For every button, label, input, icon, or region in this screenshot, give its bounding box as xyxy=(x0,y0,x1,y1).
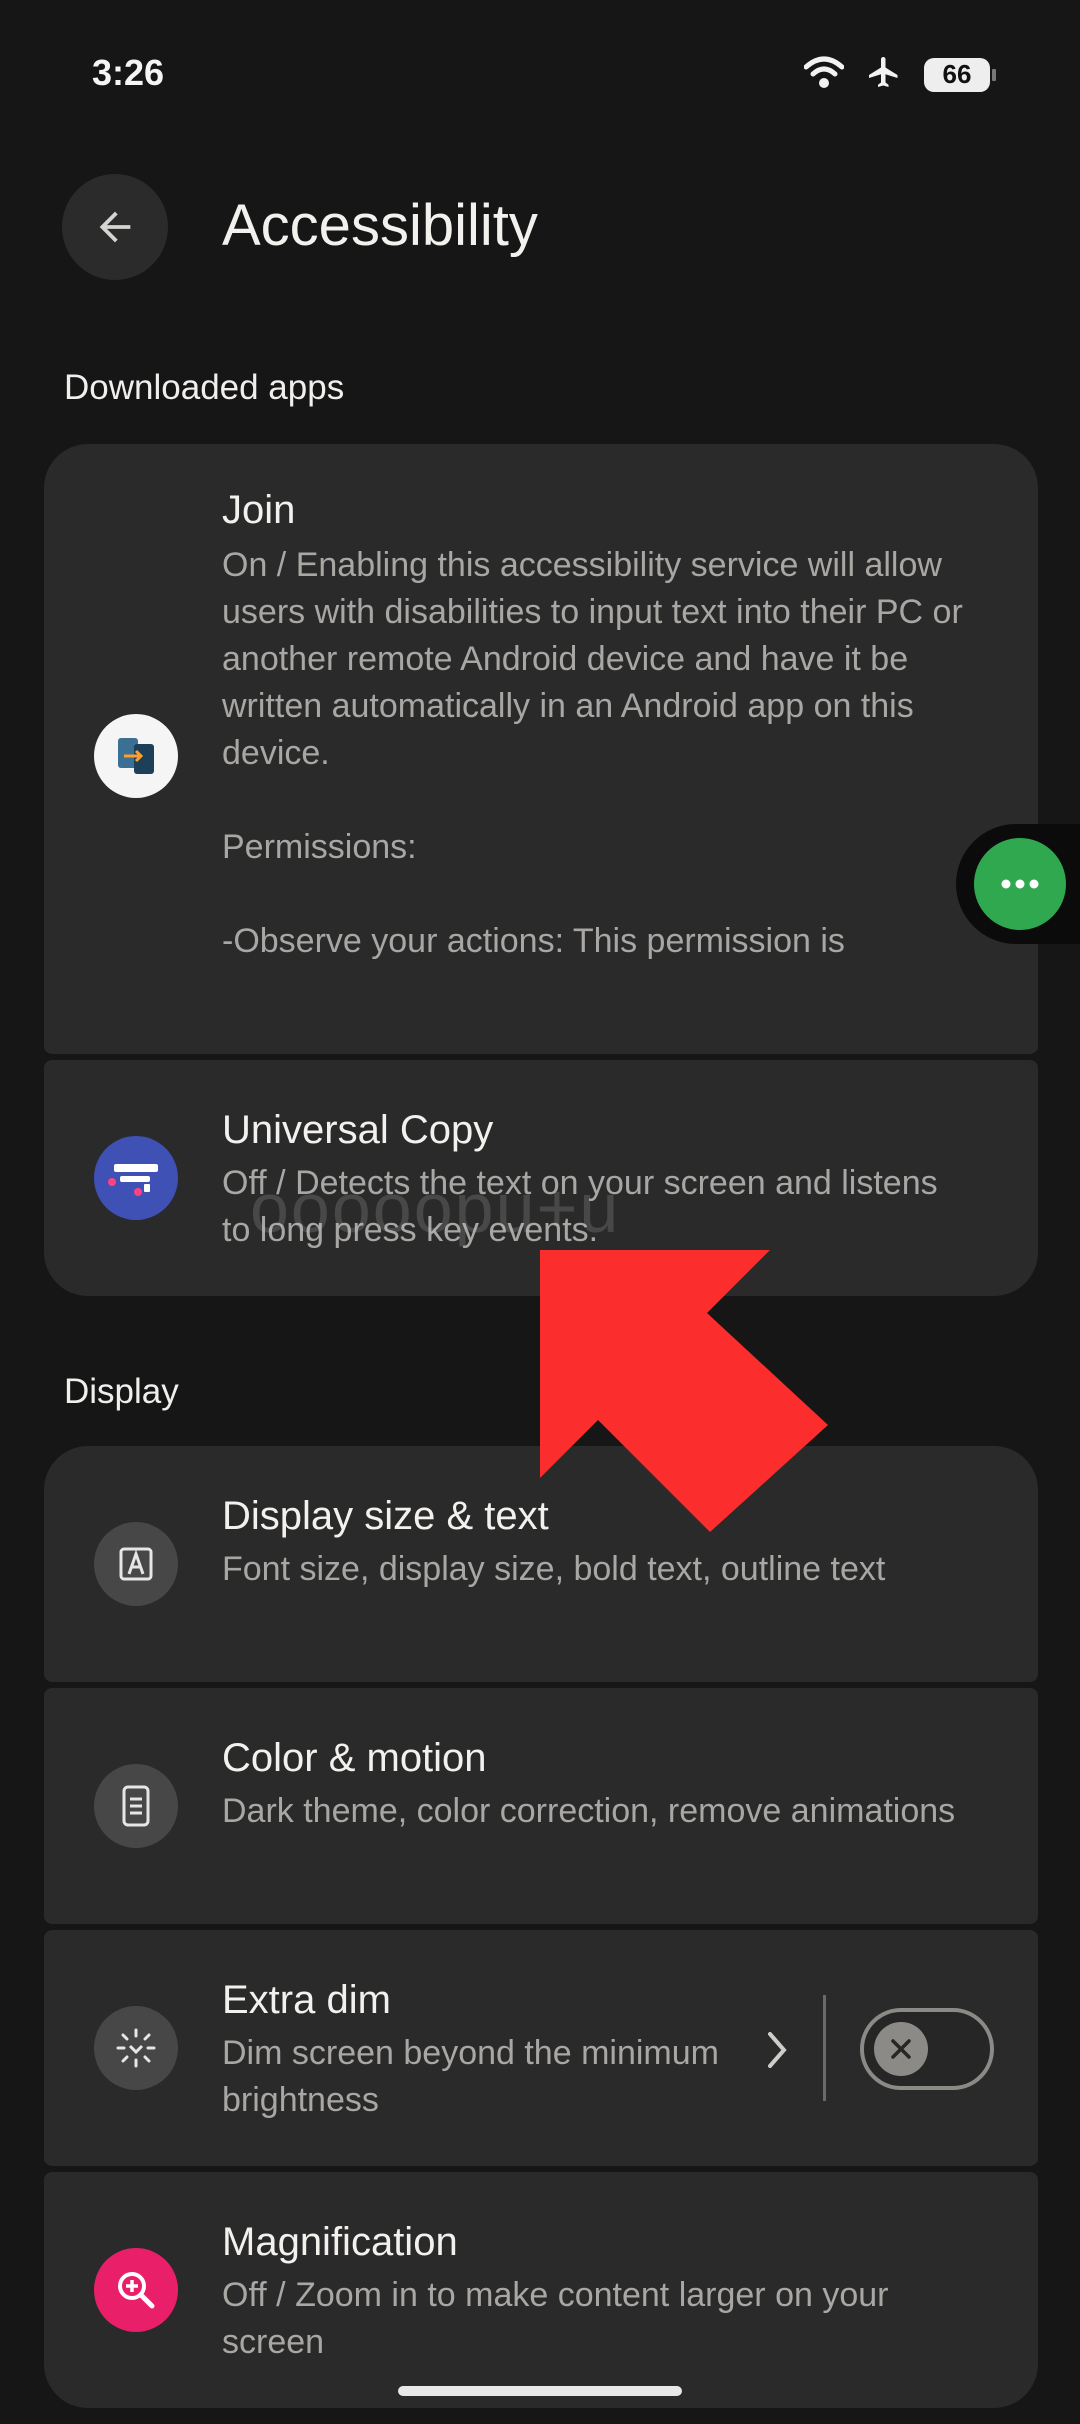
chevron-right-icon[interactable] xyxy=(762,2028,792,2072)
battery-icon: 66 xyxy=(924,57,996,92)
status-time: 3:26 xyxy=(92,52,165,93)
list-item-color-motion[interactable]: Color & motion Dark theme, color correct… xyxy=(44,1688,1038,1924)
wifi-icon xyxy=(803,55,845,94)
list-item-display-size-text[interactable]: Display size & text Font size, display s… xyxy=(44,1446,1038,1682)
home-indicator[interactable] xyxy=(398,2386,682,2396)
join-subtitle: On / Enabling this accessibility service… xyxy=(222,546,963,960)
text-size-icon xyxy=(94,1522,178,1606)
list-item-magnification[interactable]: Magnification Off / Zoom in to make cont… xyxy=(44,2172,1038,2408)
universal-copy-app-icon xyxy=(94,1136,178,1220)
join-app-icon xyxy=(94,714,178,798)
color-motion-icon xyxy=(94,1764,178,1848)
color-motion-subtitle: Dark theme, color correction, remove ani… xyxy=(222,1792,956,1830)
extra-dim-title: Extra dim xyxy=(222,1978,391,2022)
extra-dim-subtitle: Dim screen beyond the minimum brightness xyxy=(222,2034,729,2119)
universal-copy-title: Universal Copy xyxy=(222,1108,494,1152)
magnification-icon xyxy=(94,2248,178,2332)
more-dots-icon xyxy=(1001,879,1039,889)
toggle-divider xyxy=(823,1995,826,2101)
color-motion-title: Color & motion xyxy=(222,1736,487,1780)
watermark: ooooopu+u xyxy=(250,1169,621,1247)
status-icons: 66 xyxy=(803,54,996,95)
floating-more-button[interactable] xyxy=(974,838,1066,930)
page-title: Accessibility xyxy=(222,193,538,258)
magnification-subtitle: Off / Zoom in to make content larger on … xyxy=(222,2276,898,2361)
display-size-text-subtitle: Font size, display size, bold text, outl… xyxy=(222,1550,886,1588)
extra-dim-toggle[interactable] xyxy=(860,2008,994,2090)
back-button[interactable] xyxy=(62,174,168,280)
back-arrow-icon xyxy=(99,211,131,243)
airplane-icon xyxy=(866,54,902,95)
section-header-downloaded-apps: Downloaded apps xyxy=(64,368,345,407)
magnification-title: Magnification xyxy=(222,2220,458,2264)
status-bar: 3:26 66 xyxy=(0,0,1080,140)
join-title: Join xyxy=(222,488,296,532)
display-size-text-title: Display size & text xyxy=(222,1494,549,1538)
close-icon xyxy=(874,2022,928,2076)
section-header-display: Display xyxy=(64,1372,179,1411)
list-item-join[interactable]: Join On / Enabling this accessibility se… xyxy=(44,444,1038,1054)
extra-dim-icon xyxy=(94,2006,178,2090)
